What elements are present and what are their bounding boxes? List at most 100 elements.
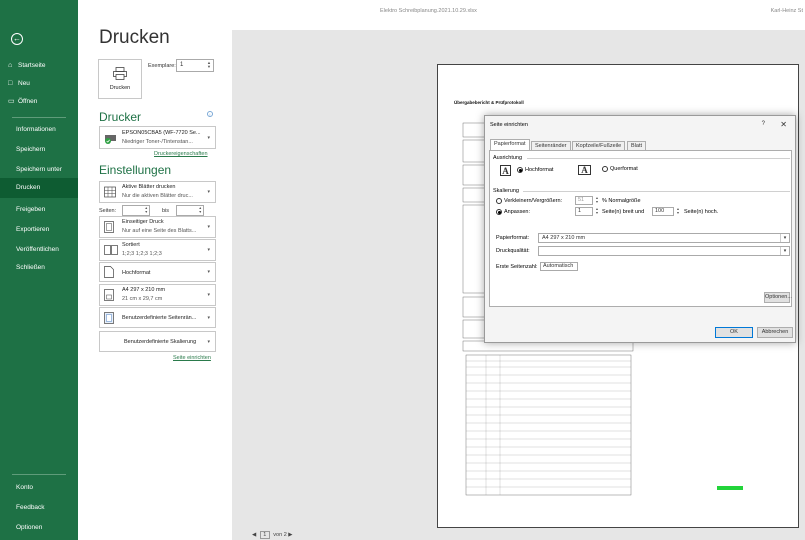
chevron-down-icon: ▾ <box>207 224 210 230</box>
help-icon[interactable]: ? <box>762 121 765 127</box>
reduce-enlarge-radio[interactable] <box>496 198 502 204</box>
tab-panel-papierformat: Ausrichtung A Hochformat A Querformat Sk… <box>489 150 792 307</box>
margins-dropdown[interactable]: Benutzerdefinierte Seitenrän... ▾ <box>99 307 216 328</box>
backstage-nav: ← ⌂ Startseite □ Neu ▭ Öffnen Informationen… <box>0 0 78 540</box>
nav-item-feedback[interactable]: Feedback <box>0 498 78 518</box>
collate-dropdown[interactable]: Sortiert 1;2;3 1;2;3 1;2;3 ▾ <box>99 239 216 261</box>
prev-page-icon[interactable]: ◀ <box>252 532 256 538</box>
nav-separator <box>12 474 66 475</box>
nav-item-schliessen[interactable]: Schließen <box>0 258 78 278</box>
pages-from-input[interactable]: ▲ ▼ <box>122 205 150 216</box>
sides-dropdown[interactable]: Einseitiger Druck Nur auf eine Seite des… <box>99 216 216 238</box>
page-setup-dialog: Seite einrichten ? ✕ Papierformat Seiten… <box>484 115 796 343</box>
current-page-input[interactable]: 1 <box>259 531 270 539</box>
print-scope-desc: Nur die aktiven Blätter druc... <box>122 193 193 199</box>
paper-size-value: A4 297 x 210 mm <box>542 235 586 241</box>
landscape-label: Querformat <box>610 166 638 172</box>
reduce-enlarge-label: Verkleinern/Vergrößern: <box>504 198 563 204</box>
spinner-icon[interactable]: ▲ ▼ <box>675 207 681 216</box>
fit-to-radio[interactable] <box>496 209 502 215</box>
printer-icon <box>113 67 127 80</box>
user-name[interactable]: Karl-Heinz St <box>771 8 803 14</box>
nav-item-konto[interactable]: Konto <box>0 478 78 498</box>
printer-name: EPSON05CBA5 (WF-7720 Se... <box>122 130 201 136</box>
paper-size-label: Papierformat: <box>496 235 530 241</box>
printer-status: Niedriger Toner-/Tintenstan... <box>122 139 193 145</box>
nav-item-veroeffentlichen[interactable]: Veröffentlichen <box>0 240 78 260</box>
orientation-title: Hochformat <box>122 270 151 276</box>
chevron-down-icon: ▾ <box>207 314 210 321</box>
settings-heading: Einstellungen <box>99 163 172 177</box>
fit-tall-suffix: Seite(n) hoch. <box>684 209 719 215</box>
portrait-letter-icon: A <box>500 165 511 176</box>
info-icon[interactable]: i <box>207 111 213 117</box>
chevron-down-icon: ▾ <box>207 292 210 298</box>
printer-dropdown[interactable]: EPSON05CBA5 (WF-7720 Se... Niedriger Ton… <box>99 126 216 149</box>
nav-item-freigeben[interactable]: Freigeben <box>0 200 78 220</box>
group-divider <box>523 191 790 192</box>
nav-item-neu[interactable]: □ Neu <box>0 74 78 94</box>
reduce-enlarge-input[interactable]: 51 <box>575 196 593 205</box>
fit-wide-input[interactable]: 1 <box>575 207 593 216</box>
orientation-dropdown[interactable]: Hochformat ▾ <box>99 262 216 282</box>
nav-item-oeffnen[interactable]: ▭ Öffnen <box>0 92 78 112</box>
nav-item-optionen[interactable]: Optionen <box>0 518 78 538</box>
scaling-dropdown[interactable]: Benutzerdefinierte Skalierung ▾ <box>99 331 216 352</box>
page-of-label: von 2 <box>273 532 287 538</box>
pages-to-input[interactable]: ▲ ▼ <box>176 205 204 216</box>
nav-item-speichern[interactable]: Speichern <box>0 140 78 160</box>
first-page-number-input[interactable]: Automatisch <box>540 262 578 271</box>
pages-label: Seiten: <box>99 208 117 214</box>
portrait-icon <box>104 266 114 278</box>
spinner-icon[interactable]: ▲ ▼ <box>594 207 600 216</box>
spinner-icon[interactable]: ▲ ▼ <box>199 206 202 214</box>
sides-title: Einseitiger Druck <box>122 219 164 225</box>
next-page-icon[interactable]: ▶ <box>288 532 292 538</box>
copies-label: Exemplare: <box>148 63 176 69</box>
spinner-icon[interactable]: ▲ ▼ <box>145 206 148 214</box>
home-icon: ⌂ <box>8 62 13 69</box>
fit-wide-suffix: Seite(n) breit und <box>602 209 645 215</box>
cancel-button[interactable]: Abbrechen <box>757 327 793 338</box>
margins-title: Benutzerdefinierte Seitenrän... <box>122 315 197 321</box>
chevron-down-icon: ▾ <box>207 189 210 195</box>
page-navigator: ◀ 1 von 2 ▶ <box>252 531 293 539</box>
print-scope-title: Aktive Blätter drucken <box>122 184 176 190</box>
dialog-title: Seite einrichten <box>490 122 528 128</box>
paper-size-dropdown[interactable]: A4 297 x 210 mm 21 cm x 29,7 cm ▾ <box>99 284 216 306</box>
nav-item-speichern-unter[interactable]: Speichern unter <box>0 160 78 180</box>
preview-highlight-cell <box>717 486 743 490</box>
printer-properties-link[interactable]: Druckereigenschaften <box>154 151 208 157</box>
collate-title: Sortiert <box>122 242 140 248</box>
print-button-label: Drucken <box>109 85 131 91</box>
paper-size-select[interactable]: A4 297 x 210 mm ▾ <box>538 233 790 243</box>
fit-tall-input[interactable]: 100 <box>652 207 674 216</box>
back-arrow-icon[interactable]: ← <box>11 33 23 45</box>
page-setup-link[interactable]: Seite einrichten <box>173 355 211 361</box>
print-quality-select[interactable]: ▾ <box>538 246 790 256</box>
portrait-radio[interactable] <box>517 167 523 173</box>
print-button[interactable]: Drucken <box>98 59 142 99</box>
margins-icon <box>104 311 114 324</box>
chevron-down-icon: ▾ <box>207 247 210 253</box>
print-scope-dropdown[interactable]: Aktive Blätter drucken Nur die aktiven B… <box>99 181 216 203</box>
nav-item-informationen[interactable]: Informationen <box>0 120 78 140</box>
copies-input[interactable]: 1 ▲ ▼ <box>176 59 214 72</box>
spinner-icon[interactable]: ▲ ▼ <box>594 196 600 205</box>
nav-item-exportieren[interactable]: Exportieren <box>0 220 78 240</box>
nav-item-startseite[interactable]: ⌂ Startseite <box>0 56 78 76</box>
options-button[interactable]: Optionen... <box>764 292 792 303</box>
collate-icon <box>104 245 118 255</box>
single-sided-icon <box>104 221 114 233</box>
preview-document-title: Übergabebericht & Prüfprotokoll <box>454 100 524 105</box>
close-icon[interactable]: ✕ <box>780 120 787 129</box>
ok-button[interactable]: OK <box>715 327 753 338</box>
printer-heading: Drucker <box>99 110 142 124</box>
scaling-title: Benutzerdefinierte Skalierung <box>124 339 197 345</box>
nav-item-drucken[interactable]: Drucken <box>0 178 78 198</box>
paper-size-icon <box>104 289 114 301</box>
landscape-radio[interactable] <box>602 166 608 172</box>
copies-spinner[interactable]: ▲ ▼ <box>207 61 211 69</box>
portrait-label: Hochformat <box>525 167 554 173</box>
paper-size-desc: 21 cm x 29,7 cm <box>122 296 163 302</box>
